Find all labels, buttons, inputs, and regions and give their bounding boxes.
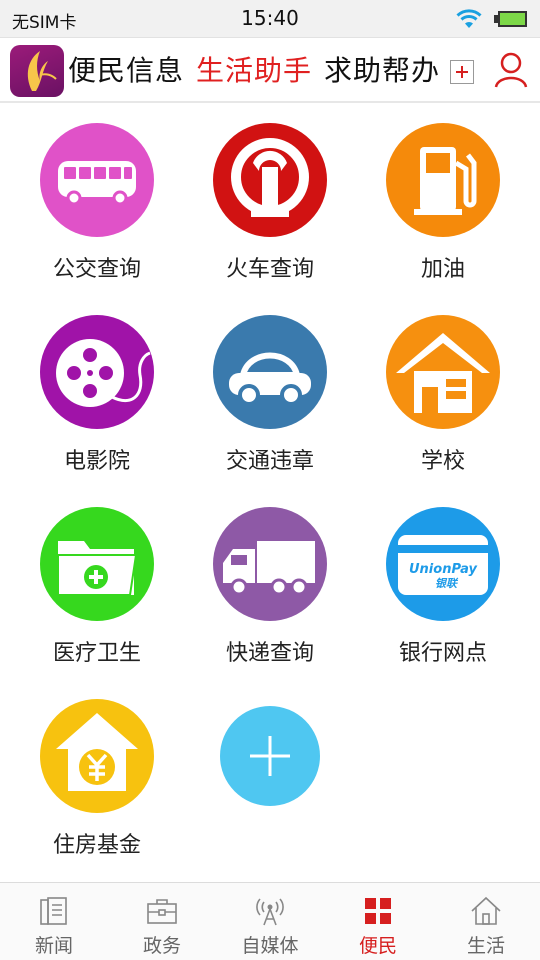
- truck-icon: [213, 507, 327, 621]
- film-reel-icon: [40, 315, 154, 429]
- service-label: 公交查询: [52, 257, 141, 282]
- service-label: 医疗卫生: [52, 641, 141, 666]
- tab-label: 自媒体: [241, 935, 299, 957]
- service-medical[interactable]: 医疗卫生: [0, 488, 180, 678]
- service-traffic-violation[interactable]: 交通违章: [173, 296, 353, 486]
- tab-life[interactable]: 生活: [432, 883, 540, 960]
- news-icon: [40, 897, 67, 925]
- service-label: 银行网点: [398, 641, 487, 666]
- briefcase-icon: [147, 899, 177, 924]
- tab-qiuzhu-bangban[interactable]: 求助帮办: [324, 39, 438, 103]
- service-label: 火车查询: [225, 257, 314, 282]
- svg-text:UnionPay: UnionPay: [409, 562, 478, 577]
- tab-label: 便民: [358, 935, 397, 957]
- svg-text:银联: 银联: [435, 577, 459, 590]
- tab-label: 新闻: [34, 935, 73, 957]
- bottom-tab-bar: 新闻 政务 自媒体 便民 生活: [0, 882, 540, 960]
- status-bar: 无SIM卡 15:40: [0, 0, 540, 38]
- grid-icon: [365, 898, 391, 924]
- service-label: 交通违章: [225, 449, 314, 474]
- header: 便民信息 生活助手 求助帮办: [0, 39, 540, 103]
- service-housing-fund[interactable]: 住房基金: [0, 680, 180, 870]
- add-service-icon: [220, 706, 320, 806]
- tab-bianmin-xinxi[interactable]: 便民信息: [68, 39, 184, 103]
- battery-icon: [494, 11, 527, 27]
- tab-label: 政务: [142, 935, 181, 957]
- service-label: 加油: [420, 257, 465, 282]
- service-label: 电影院: [63, 449, 130, 474]
- service-label: 住房基金: [52, 833, 141, 858]
- tab-shenghuo-zhushou[interactable]: 生活助手: [196, 39, 312, 103]
- unionpay-card-icon: UnionPay 银联: [386, 507, 500, 621]
- house-icon: [386, 315, 500, 429]
- wifi-icon: [456, 9, 482, 28]
- service-label: 快递查询: [225, 641, 314, 666]
- service-express[interactable]: 快递查询: [173, 488, 353, 678]
- service-label: 学校: [420, 449, 465, 474]
- service-train[interactable]: 火车查询: [173, 104, 353, 294]
- railway-icon: [213, 123, 327, 237]
- add-service-button[interactable]: [173, 680, 353, 870]
- add-tab-button[interactable]: [450, 60, 474, 84]
- medical-folder-icon: [40, 507, 154, 621]
- service-fuel[interactable]: 加油: [346, 104, 526, 294]
- service-school[interactable]: 学校: [346, 296, 526, 486]
- service-cinema[interactable]: 电影院: [0, 296, 180, 486]
- bus-icon: [40, 123, 154, 237]
- car-icon: [213, 315, 327, 429]
- user-icon[interactable]: [494, 51, 528, 89]
- tab-we-media[interactable]: 自媒体: [216, 883, 324, 960]
- fugu-logo[interactable]: [10, 45, 64, 97]
- fuel-pump-icon: [386, 123, 500, 237]
- tab-news[interactable]: 新闻: [0, 883, 108, 960]
- home-icon: [471, 896, 501, 925]
- service-bus[interactable]: 公交查询: [0, 104, 180, 294]
- housing-fund-icon: [40, 699, 154, 813]
- tab-government[interactable]: 政务: [108, 883, 216, 960]
- plus-box-icon: [456, 66, 468, 78]
- broadcast-icon: [256, 898, 284, 926]
- category-tabs: 便民信息 生活助手 求助帮办: [68, 39, 438, 103]
- tab-convenience[interactable]: 便民: [324, 883, 432, 960]
- tab-label: 生活: [466, 935, 505, 957]
- service-bank[interactable]: UnionPay 银联 银行网点: [346, 488, 526, 678]
